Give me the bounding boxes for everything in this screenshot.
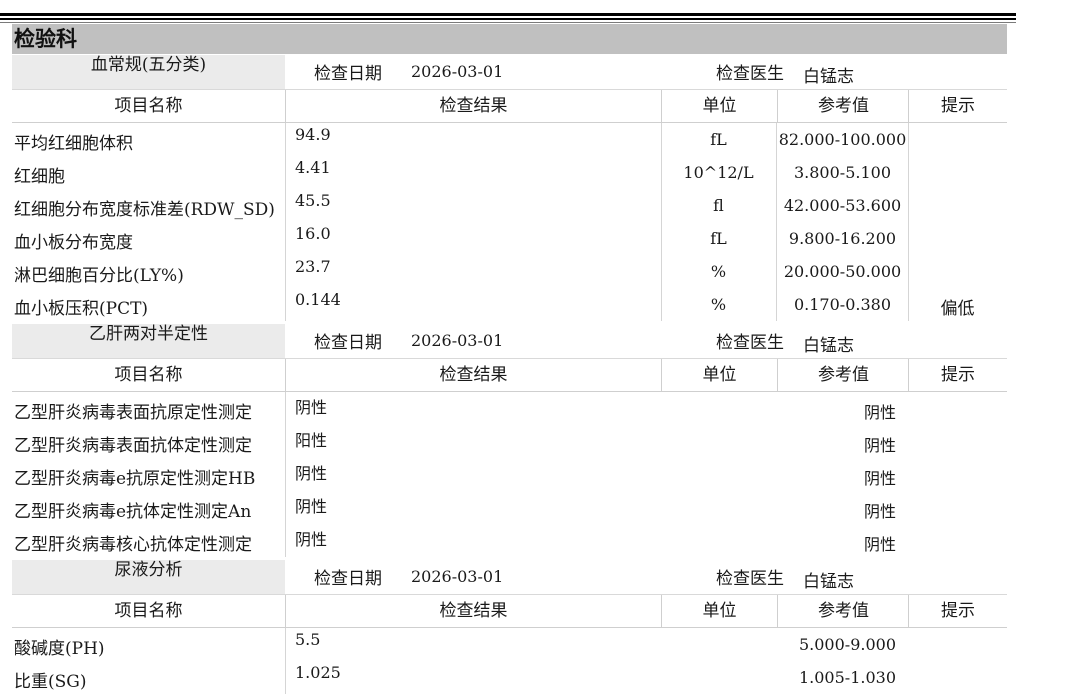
table-row: 乙型肝炎病毒表面抗原定性测定 阴性 阴性 [12,392,1007,425]
exam-date-label: 检查日期 [314,569,382,589]
row-divider [285,189,286,222]
doctor-name: 白锰志 [803,336,854,356]
item-result: 阴性 [295,464,328,483]
item-name: 乙型肝炎病毒核心抗体定性测定 [14,535,252,555]
exam-date: 2026-03-01 [411,567,504,586]
item-result: 阴性 [295,398,328,417]
doctor-name: 白锰志 [803,572,854,592]
section-blood: 血常规(五分类) 检查日期 2026-03-01 检查医生 白锰志项目名称 检查结果 单位参… [12,55,1007,321]
col-header-ref: 参考值 [777,359,909,392]
row-divider [285,392,286,425]
col-header-ref: 参考值 [777,595,909,628]
item-hint [908,667,1007,696]
department-header: 检验科 [12,24,1007,54]
item-result: 1.025 [295,663,341,682]
row-divider [285,222,286,255]
table-row: 血小板压积(PCT) 0.144% 0.170-0.380 偏低 [12,288,1007,321]
doctor-name: 白锰志 [803,67,854,87]
row-divider [285,458,286,491]
col-header-result: 检查结果 [285,595,661,628]
section-header: 乙肝两对半定性 检查日期 2026-03-01 检查医生 白锰志 [12,324,1007,358]
item-hint: 偏低 [940,299,975,319]
column-header-row: 项目名称 检查结果 单位 参考值 提示 [12,89,1007,123]
top-rule [0,13,1016,16]
col-header-ref: 参考值 [777,90,909,123]
doctor-label: 检查医生 [716,333,784,353]
exam-date-label: 检查日期 [314,333,382,353]
exam-date-label: 检查日期 [314,64,382,84]
section-title: 乙肝两对半定性 [12,324,285,358]
item-hint [908,530,1007,563]
column-header-row: 项目名称 检查结果 单位 参考值 提示 [12,358,1007,392]
item-result: 0.144 [295,290,341,309]
section-title: 尿液分析 [12,560,285,594]
table-row: 乙型肝炎病毒e抗原定性测定HB 阴性 阴性 [12,458,1007,491]
top-rule-second [0,18,1016,20]
table-row: 淋巴细胞百分比(LY%) 23.7% 20.000-50.000 [12,255,1007,288]
col-header-hint: 提示 [908,90,1007,123]
item-result: 阴性 [295,497,328,516]
col-header-name: 项目名称 [114,601,183,621]
col-header-name: 项目名称 [114,96,183,116]
row-divider [285,156,286,189]
section-header: 血常规(五分类) 检查日期 2026-03-01 检查医生 白锰志 [12,55,1007,89]
row-divider [285,628,286,661]
col-header-unit: 单位 [661,90,777,123]
item-name: 比重(SG) [14,672,87,692]
exam-date: 2026-03-01 [411,62,504,81]
item-result: 4.41 [295,158,331,177]
table-row: 红细胞 4.41 10^12/L 3.800-5.100 [12,156,1007,189]
table-row: 红细胞分布宽度标准差(RDW_SD) 45.5 fl 42.000-53.600 [12,189,1007,222]
row-divider [285,255,286,288]
item-result: 5.5 [295,630,321,649]
table-row: 乙型肝炎病毒e抗体定性测定An 阴性 阴性 [12,491,1007,524]
top-rule-thin [0,22,1016,23]
section-hbv: 乙肝两对半定性 检查日期 2026-03-01 检查医生 白锰志项目名称 检查结果 单位 参考… [12,324,1007,557]
exam-date: 2026-03-01 [411,331,504,350]
table-row: 血小板分布宽度 16.0 fL 9.800-16.200 [12,222,1007,255]
table-row: 酸碱度(PH) 5.5 5.000-9.000 [12,628,1007,661]
col-header-result: 检查结果 [285,90,661,123]
item-result: 23.7 [295,257,331,276]
table-row: 乙型肝炎病毒表面抗体定性测定 阳性 阴性 [12,425,1007,458]
item-result: 16.0 [295,224,331,243]
row-divider [285,425,286,458]
table-row: 比重(SG) 1.025 1.005-1.030 [12,661,1007,694]
doctor-label: 检查医生 [716,64,784,84]
row-divider [285,491,286,524]
item-reference: 1.005-1.030 [798,668,896,687]
item-name: 血小板压积(PCT) [14,299,149,319]
item-result: 阳性 [295,431,328,450]
row-divider [285,524,286,557]
col-header-name: 项目名称 [114,365,183,385]
item-result: 阴性 [295,530,328,549]
doctor-label: 检查医生 [716,569,784,589]
column-header-row: 项目名称 检查结果 单位 参考值 提示 [12,594,1007,628]
col-header-hint: 提示 [908,595,1007,628]
section-header: 尿液分析 检查日期 2026-03-01 检查医生 白锰志 [12,560,1007,594]
row-divider [285,661,286,694]
section-urine: 尿液分析 检查日期 2026-03-01 检查医生 白锰志项目名称 检查结果 单位 参考值 提示… [12,560,1007,694]
row-divider [285,123,286,156]
item-result: 45.5 [295,191,331,210]
col-header-result: 检查结果 [285,359,661,392]
table-row: 平均红细胞体积 94.9 fL 82.000-100.000 [12,123,1007,156]
col-header-unit: 单位 [661,595,777,628]
col-header-hint: 提示 [908,359,1007,392]
table-row: 乙型肝炎病毒核心抗体定性测定 阴性 阴性 [12,524,1007,557]
row-divider [285,288,286,321]
section-title: 血常规(五分类) [12,55,285,89]
item-result: 94.9 [295,125,331,144]
col-header-unit: 单位 [661,359,777,392]
